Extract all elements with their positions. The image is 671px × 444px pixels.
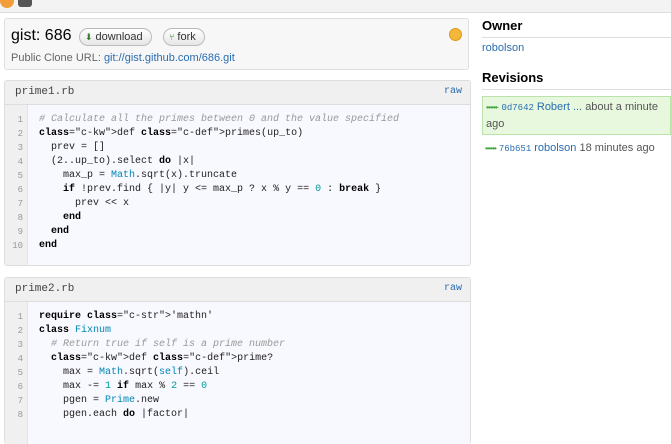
- code-block: 1 require class="c-str">'mathn' 2 class Fix…: [5, 302, 470, 444]
- main-content: gist: 686 ⬇ download ⑂ fork Public Clone U…: [4, 18, 471, 444]
- line-number: 4: [17, 354, 23, 364]
- gist-header: gist: 686 ⬇ download ⑂ fork Public Clone U…: [4, 18, 469, 70]
- line-number: 2: [17, 129, 23, 139]
- line-number: 2: [17, 326, 23, 336]
- code-line: 1 require class="c-str">'mathn': [5, 310, 213, 324]
- line-number: 3: [17, 340, 23, 350]
- code-text: # Return true if self is a prime number: [51, 339, 286, 350]
- code-line: 5 max_p = Math.sqrt(x).truncate: [5, 169, 237, 183]
- revision-item[interactable]: •••••• 76b651 robolson 18 minutes ago: [482, 138, 671, 159]
- file-header: prime2.rb raw: [5, 278, 470, 302]
- code-text: pgen.each do |factor|: [39, 409, 190, 420]
- revision-time: 18 minutes ago: [579, 142, 655, 154]
- code-line: 8 end: [5, 211, 81, 225]
- code-text: max = Math.sqrt(self).ceil: [39, 367, 220, 378]
- code-text: class="c-kw">def class="c-def">primes(up…: [39, 128, 304, 139]
- code-text: prev << x: [39, 198, 130, 209]
- star-icon[interactable]: [449, 28, 462, 41]
- raw-link[interactable]: raw: [444, 283, 462, 294]
- download-button[interactable]: ⬇ download: [79, 28, 152, 46]
- clone-url-row: Public Clone URL: git://gist.github.com/…: [11, 52, 235, 64]
- code-line: 2 class Fixnum: [5, 324, 111, 338]
- code-text: end: [51, 226, 70, 237]
- file-name: prime1.rb: [15, 86, 75, 98]
- line-number: 10: [12, 241, 23, 251]
- code-line: 6 if !prev.find { |y| y <= max_p ? x % y…: [5, 183, 382, 197]
- fork-label: fork: [177, 31, 196, 43]
- sidebar: Owner robolson Revisions ••••••· 0d7642 Ro…: [482, 18, 671, 159]
- code-text: pgen = Prime.new: [39, 395, 160, 406]
- line-number: 6: [17, 382, 23, 392]
- line-number: 8: [17, 410, 23, 420]
- gist-title: gist: 686: [11, 27, 72, 44]
- file-name: prime2.rb: [15, 283, 75, 295]
- code-block: 1 # Calculate all the primes between 0 an…: [5, 105, 470, 265]
- code-line: 10 end: [5, 239, 57, 253]
- code-text: class Fixnum: [39, 325, 112, 336]
- code-text: end: [63, 212, 82, 223]
- gist-logo-icon[interactable]: [18, 0, 32, 7]
- code-line: 9 end: [5, 225, 69, 239]
- line-number: 7: [17, 396, 23, 406]
- code-line: 5 max = Math.sqrt(self).ceil: [5, 366, 219, 380]
- code-text: end: [39, 240, 58, 251]
- line-number: 8: [17, 213, 23, 223]
- github-logo-icon[interactable]: [0, 0, 14, 8]
- download-icon: ⬇: [85, 32, 93, 42]
- line-number: 9: [17, 227, 23, 237]
- fork-button[interactable]: ⑂ fork: [163, 28, 205, 46]
- code-text: if !prev.find { |y| y <= max_p ? x % y =…: [63, 184, 382, 195]
- file-prime1: prime1.rb raw 1 # Calculate all the prime…: [4, 80, 471, 266]
- code-line: 7 prev << x: [5, 197, 129, 211]
- line-number: 4: [17, 157, 23, 167]
- code-line: 3 prev = []: [5, 141, 105, 155]
- code-text: max -= 1 if max % 2 == 0: [39, 381, 208, 392]
- top-bar: [0, 0, 671, 13]
- raw-link[interactable]: raw: [444, 86, 462, 97]
- line-number: 5: [17, 368, 23, 378]
- code-line: 2 class="c-kw">def class="c-def">primes(u…: [5, 127, 303, 141]
- code-line: 1 # Calculate all the primes between 0 an…: [5, 113, 399, 127]
- revision-dots-icon: ••••••·: [486, 103, 500, 112]
- code-text: class="c-kw">def class="c-def">prime?: [51, 353, 274, 364]
- line-number: 1: [17, 115, 23, 125]
- file-header: prime1.rb raw: [5, 81, 470, 105]
- revision-hash[interactable]: 76b651: [499, 144, 531, 154]
- code-line: 7 pgen = Prime.new: [5, 394, 159, 408]
- code-line: 3 # Return true if self is a prime numbe…: [5, 338, 285, 352]
- revision-item[interactable]: ••••••· 0d7642 Robert ... about a minute a…: [482, 96, 671, 135]
- code-line: 6 max -= 1 if max % 2 == 0: [5, 380, 208, 394]
- code-line: 4 (2..up_to).select do |x|: [5, 155, 195, 169]
- owner-link[interactable]: robolson: [482, 42, 671, 54]
- code-text: max_p = Math.sqrt(x).truncate: [39, 170, 238, 181]
- download-label: download: [95, 31, 143, 43]
- clone-url-link[interactable]: git://gist.github.com/686.git: [104, 52, 235, 64]
- line-number: 5: [17, 171, 23, 181]
- revision-dots-icon: ••••••: [485, 144, 497, 153]
- revision-author[interactable]: Robert ...: [537, 101, 582, 113]
- clone-url-label: Public Clone URL:: [11, 52, 101, 64]
- fork-icon: ⑂: [169, 32, 175, 42]
- code-line: 8 pgen.each do |factor|: [5, 408, 189, 422]
- line-number: 1: [17, 312, 23, 322]
- code-text: prev = []: [39, 142, 106, 153]
- revision-author[interactable]: robolson: [534, 142, 576, 154]
- code-text: require class="c-str">'mathn': [39, 311, 214, 322]
- revisions-heading: Revisions: [482, 70, 671, 90]
- line-number: 7: [17, 199, 23, 209]
- code-text: # Calculate all the primes between 0 and…: [39, 114, 400, 125]
- owner-heading: Owner: [482, 18, 671, 38]
- line-number: 6: [17, 185, 23, 195]
- code-line: 4 class="c-kw">def class="c-def">prime?: [5, 352, 273, 366]
- file-prime2: prime2.rb raw 1 require class="c-str">'ma…: [4, 277, 471, 444]
- line-number: 3: [17, 143, 23, 153]
- revision-hash[interactable]: 0d7642: [501, 103, 533, 113]
- code-text: (2..up_to).select do |x|: [39, 156, 196, 167]
